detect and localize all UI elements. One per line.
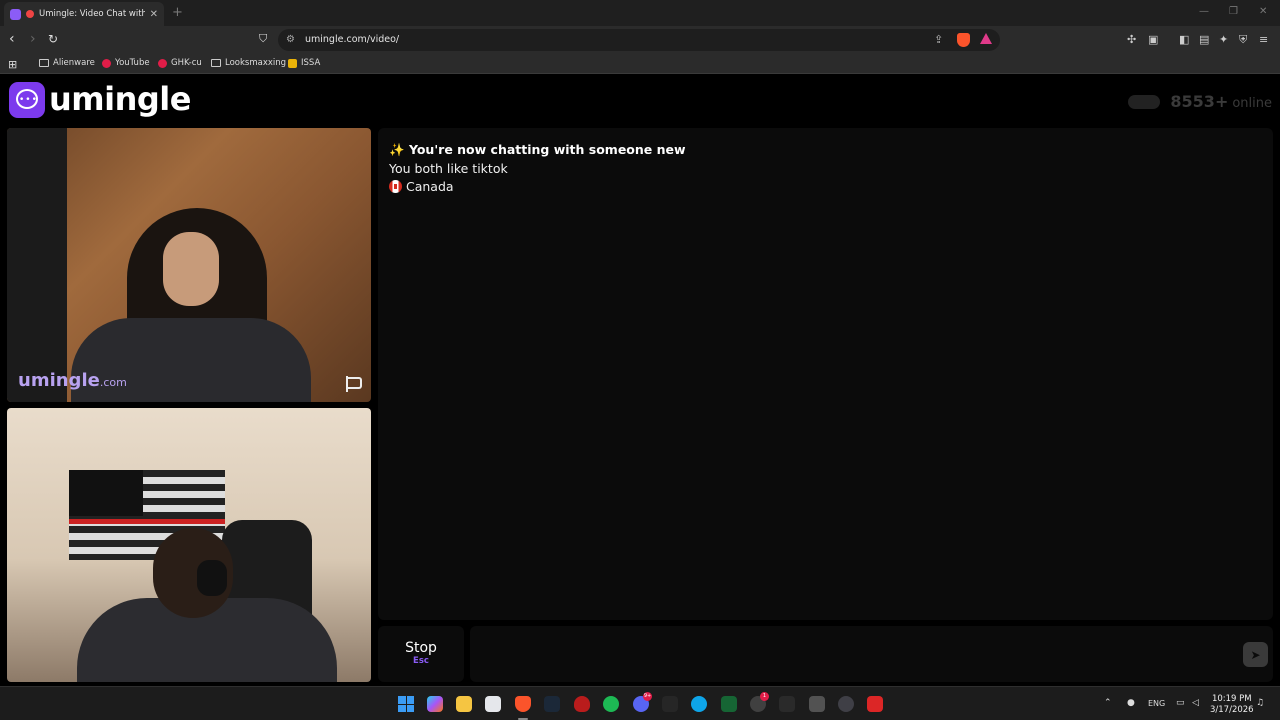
youtube-icon [102,58,111,68]
folder-icon [211,59,221,67]
video-watermark: umingle.com [18,370,127,391]
capcut-icon[interactable] [779,696,795,712]
language-indicator[interactable]: ENG [1148,699,1165,708]
vpn-icon[interactable]: ⛨ [1239,33,1247,47]
chat-panel: ✨ You're now chatting with someone new Y… [378,128,1273,620]
epic-games-icon[interactable] [662,696,678,712]
stop-label: Stop [405,640,437,656]
umingle-logo-icon[interactable]: ••• [9,82,45,118]
tab-title: Umingle: Video Chat with Str [39,9,145,19]
send-button[interactable]: ➤ [1243,642,1268,667]
bookmark-label: YouTube [115,58,150,68]
opera-gx-icon[interactable] [574,696,590,712]
new-tab-button[interactable]: + [172,5,183,20]
issa-icon [288,58,297,68]
tab-strip: Umingle: Video Chat with Str ✕ + — ❐ ✕ [0,0,1280,26]
stranger-video: umingle.com [7,128,371,402]
common-interest-message: You both like tiktok [389,161,508,176]
spotify-icon[interactable] [603,696,619,712]
bookmark-label: ISSA [301,58,321,68]
stranger-country: Canada [389,179,454,194]
canada-flag-icon [389,180,402,193]
app-red-icon[interactable] [867,696,883,712]
bookmark-label: Alienware [53,58,95,68]
steam-icon[interactable] [544,696,560,712]
back-arrow-icon[interactable]: ‹ [9,32,15,46]
copilot-icon[interactable] [427,696,443,712]
apps-grid-icon[interactable]: ⊞ [8,58,17,71]
youtube-icon [158,58,167,68]
system-message-headline: ✨ You're now chatting with someone new [389,142,686,157]
online-count: 8553+ [1170,92,1229,111]
tab-umingle[interactable]: Umingle: Video Chat with Str ✕ [4,2,164,26]
bookmark-icon[interactable]: ⛉ [259,32,267,46]
recording-indicator-icon [26,10,34,18]
close-window-button[interactable]: ✕ [1259,6,1267,17]
stop-shortcut-key: Esc [413,656,429,666]
self-video [7,408,371,682]
report-flag-icon[interactable] [346,376,362,392]
menu-icon[interactable]: ≡ [1259,33,1268,46]
bookmarks-bar: ⊞ Alienware YouTube GHK-cu Looksmaxxing … [0,54,1280,74]
clock-date: 3/17/2026 [1210,705,1254,715]
bookmark-looksmaxxing[interactable]: Looksmaxxing [211,58,286,68]
browser-toolbar: ‹ › ↻ ⛉ ⚙ umingle.com/video/ ⇪ ✣ ▣ ◧ ▤ ✦… [0,26,1280,54]
extensions-icon[interactable]: ✣ [1127,33,1136,46]
address-bar[interactable]: ⚙ umingle.com/video/ ⇪ [278,29,1000,51]
bookmark-alienware[interactable]: Alienware [39,58,95,68]
discord-notification-badge: 9+ [643,692,652,701]
online-counter: 8553+ online [1128,92,1272,111]
message-input[interactable] [470,626,1273,682]
brave-shield-icon[interactable] [957,33,970,47]
reload-icon[interactable]: ↻ [48,32,58,46]
clock-time: 10:19 PM [1211,694,1252,704]
url-text[interactable]: umingle.com/video/ [305,34,399,45]
stop-button[interactable]: Stop Esc [378,626,464,682]
leo-ai-icon[interactable]: ✦ [1219,33,1228,46]
brave-rewards-icon[interactable] [980,33,992,44]
umingle-favicon-icon [10,8,21,20]
whatsapp-notification-badge: 1 [760,692,769,701]
share-icon[interactable]: ⇪ [934,33,943,46]
bookmark-youtube[interactable]: YouTube [102,58,150,68]
bookmark-issa[interactable]: ISSA [288,58,320,68]
microsoft-store-icon[interactable] [485,696,501,712]
microphone-icon[interactable]: ● [1127,698,1135,708]
send-icon: ➤ [1250,647,1261,662]
chatgpt-icon[interactable] [838,696,854,712]
forward-arrow-icon[interactable]: › [30,32,36,46]
tab-close-icon[interactable]: ✕ [150,9,158,20]
volume-icon[interactable]: ◁ [1192,698,1199,708]
sparkles-icon: ✨ [389,142,405,157]
site-logo[interactable]: umingle [49,80,191,118]
bookmark-ghk-cu[interactable]: GHK-cu [158,58,202,68]
excel-icon[interactable] [721,696,737,712]
bookmark-label: GHK-cu [171,58,202,68]
windows-taskbar: 9+ 1 ⌃ ● ENG ▭ ◁ 10:19 PM 3/17/2026 ♫ [0,686,1280,720]
brave-browser-icon[interactable] [515,696,531,712]
folder-icon [39,59,49,67]
site-info-icon[interactable]: ⚙ [286,34,295,45]
dark-mode-toggle[interactable] [1128,94,1161,109]
online-label: online [1232,96,1272,111]
app-blue-icon[interactable] [691,696,707,712]
system-clock[interactable]: 10:19 PM 3/17/2026 [1210,694,1254,716]
windows-start-icon[interactable] [398,696,414,712]
umingle-page: ••• umingle 8553+ online umingle.com ✨ Y… [0,76,1280,686]
network-icon[interactable]: ▭ [1176,698,1185,708]
sidebar-icon[interactable]: ◧ [1179,33,1189,46]
wallet-icon[interactable]: ▣ [1148,33,1158,46]
maximize-button[interactable]: ❐ [1229,6,1238,17]
calculator-icon[interactable] [809,696,825,712]
minimize-button[interactable]: — [1199,6,1209,17]
reading-list-icon[interactable]: ▤ [1199,33,1209,46]
file-explorer-icon[interactable] [456,696,472,712]
notification-bell-icon[interactable]: ♫ [1256,698,1264,708]
bookmark-label: Looksmaxxing [225,58,287,68]
tray-overflow-icon[interactable]: ⌃ [1104,698,1112,708]
